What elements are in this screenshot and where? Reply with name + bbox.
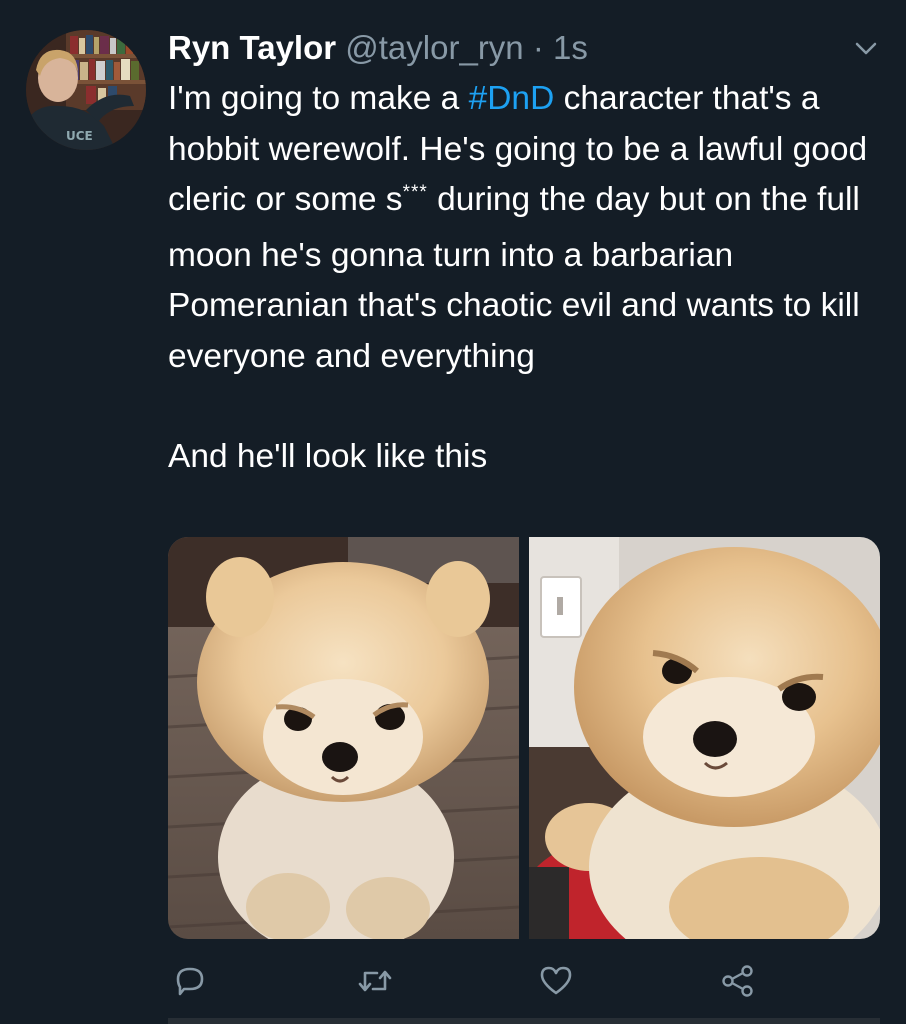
chevron-down-icon[interactable] — [852, 36, 880, 62]
tweet-header: Ryn Taylor @taylor_ryn · 1s — [168, 24, 588, 72]
tweet-paragraph-2: And he'll look like this — [168, 438, 488, 475]
separator-dot: · — [532, 29, 544, 66]
tweet-text-prefix: I'm going to make a — [168, 80, 460, 117]
retweet-icon — [355, 963, 395, 1004]
author-handle[interactable]: @taylor_ryn — [345, 29, 523, 66]
censored-stars: *** — [402, 182, 428, 203]
reply-button[interactable] — [165, 958, 215, 1008]
retweet-button[interactable] — [350, 958, 400, 1008]
tweet-media-grid — [168, 537, 880, 939]
media-photo-2[interactable] — [529, 537, 880, 939]
author-avatar[interactable]: UCE — [26, 30, 146, 150]
tweet-paragraph-1: I'm going to make a #DnD character that'… — [168, 74, 888, 382]
share-icon — [719, 963, 757, 1004]
reply-icon — [172, 963, 208, 1004]
next-tweet-media-edge — [168, 1018, 880, 1024]
author-display-name[interactable]: Ryn Taylor — [168, 29, 336, 66]
tweet-action-bar — [0, 958, 906, 1008]
media-photo-1[interactable] — [168, 537, 519, 939]
share-button[interactable] — [713, 958, 763, 1008]
svg-text:UCE: UCE — [66, 129, 93, 143]
hashtag-link[interactable]: #DnD — [469, 80, 555, 117]
tweet-timestamp[interactable]: 1s — [553, 29, 588, 66]
like-button[interactable] — [531, 958, 581, 1008]
tweet-body: I'm going to make a #DnD character that'… — [168, 74, 888, 483]
heart-icon — [538, 963, 574, 1004]
